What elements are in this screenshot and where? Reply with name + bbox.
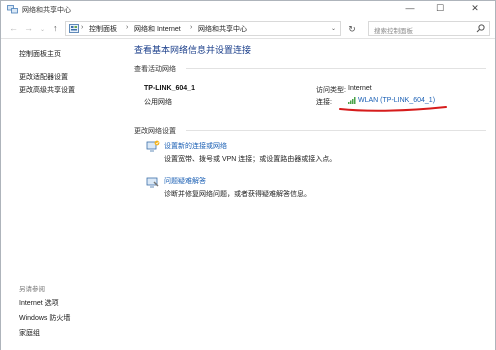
address-bar[interactable]: › 控制面板 › 网络和 Internet › 网络和共享中心 ⌄: [65, 21, 341, 36]
see-also-windows-firewall[interactable]: Windows 防火墙: [19, 313, 70, 323]
address-dropdown-chevron-icon[interactable]: ⌄: [331, 25, 336, 32]
breadcrumb-network-sharing-center[interactable]: 网络和共享中心: [198, 24, 247, 34]
change-network-settings-heading: 更改网络设置: [134, 128, 176, 135]
new-connection-icon: [146, 140, 160, 152]
see-also-internet-options[interactable]: Internet 选项: [19, 298, 59, 308]
access-type-label: 访问类型:: [316, 87, 346, 94]
troubleshoot-problems-link[interactable]: 问题疑难解答: [164, 176, 206, 186]
control-panel-icon: [69, 24, 79, 33]
forward-arrow-icon[interactable]: →: [24, 23, 33, 34]
sidebar-item-change-adapter-settings[interactable]: 更改适配器设置: [19, 72, 68, 82]
navigation-bar: ← → ⌄ ↑ › 控制面板 › 网络和 Internet › 网络和共享中心 …: [1, 19, 495, 39]
maximize-button[interactable]: ☐: [428, 1, 452, 17]
network-center-icon: [7, 5, 18, 14]
see-also-heading: 另请参阅: [19, 286, 45, 293]
refresh-icon[interactable]: ↻: [345, 22, 359, 36]
wlan-connection-link[interactable]: WLAN (TP-LINK_604_1): [358, 97, 435, 104]
search-input[interactable]: 搜索控制面板: [374, 25, 413, 35]
troubleshoot-problems-description: 诊断并修复网络问题，或者获得疑难解答信息。: [164, 191, 311, 198]
section-divider: [186, 68, 486, 69]
close-button[interactable]: ✕: [463, 1, 487, 17]
red-underline-annotation: [339, 106, 447, 112]
back-arrow-icon[interactable]: ←: [9, 23, 18, 34]
network-type[interactable]: 公用网络: [144, 97, 172, 107]
troubleshoot-icon: [146, 177, 159, 188]
section-divider: [186, 130, 486, 131]
search-icon[interactable]: [476, 24, 485, 33]
see-also-homegroup[interactable]: 家庭组: [19, 328, 40, 338]
breadcrumb-separator: ›: [126, 24, 129, 31]
search-box[interactable]: 搜索控制面板: [368, 21, 490, 36]
up-arrow-icon[interactable]: ↑: [53, 23, 58, 34]
setup-new-connection-description: 设置宽带、拨号或 VPN 连接；或设置路由器或接入点。: [164, 156, 337, 163]
network-name: TP-LINK_604_1: [144, 85, 195, 92]
network-sharing-center-window: 网络和共享中心 — ☐ ✕ ← → ⌄ ↑ › 控制面板 › 网络和 Inter…: [0, 0, 496, 350]
breadcrumb-separator: ›: [190, 24, 193, 31]
title-bar[interactable]: 网络和共享中心 — ☐ ✕: [1, 1, 495, 19]
wifi-signal-icon: [348, 97, 356, 104]
sidebar-item-control-panel-home[interactable]: 控制面板主页: [19, 49, 61, 59]
minimize-button[interactable]: —: [398, 1, 422, 17]
main-content: 查看基本网络信息并设置连接 查看活动网络 TP-LINK_604_1 公用网络 …: [126, 40, 495, 350]
left-navigation-pane: 控制面板主页 更改适配器设置 更改高级共享设置 另请参阅 Internet 选项…: [1, 40, 126, 350]
setup-new-connection-link[interactable]: 设置新的连接或网络: [164, 141, 227, 151]
access-type-value: Internet: [348, 85, 372, 92]
breadcrumb-separator: ›: [81, 24, 84, 31]
active-networks-heading: 查看活动网络: [134, 66, 176, 73]
connection-label: 连接:: [316, 99, 332, 106]
window-title: 网络和共享中心: [22, 7, 71, 14]
breadcrumb-control-panel[interactable]: 控制面板: [89, 24, 117, 34]
recent-locations-chevron-icon[interactable]: ⌄: [40, 25, 45, 36]
page-title: 查看基本网络信息并设置连接: [134, 45, 252, 55]
sidebar-item-change-advanced-sharing[interactable]: 更改高级共享设置: [19, 85, 75, 95]
breadcrumb-network-internet[interactable]: 网络和 Internet: [134, 24, 181, 34]
